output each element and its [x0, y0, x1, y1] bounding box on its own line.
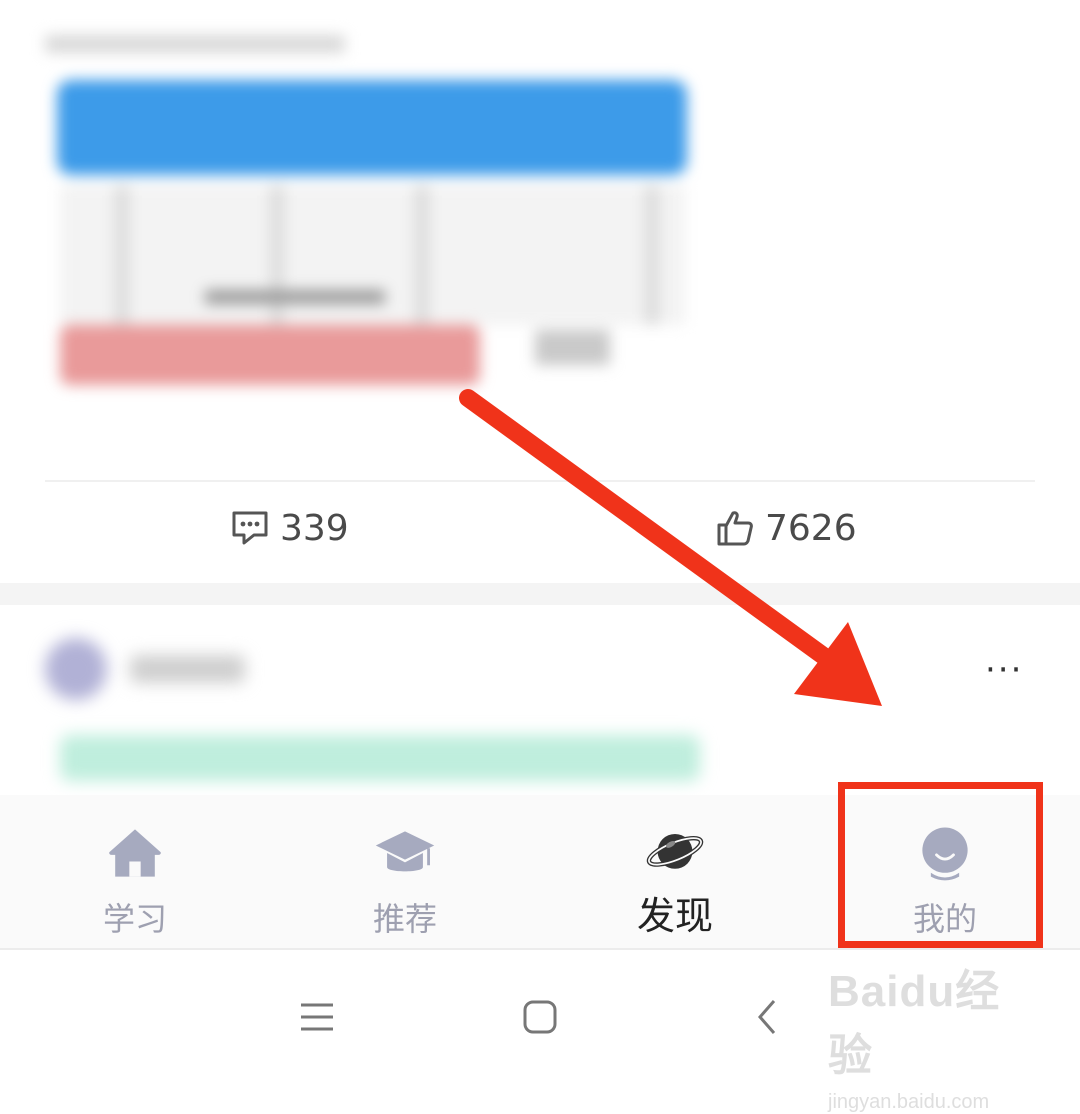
post-thumbnail[interactable] — [45, 35, 695, 410]
post-divider — [45, 480, 1035, 482]
thumbs-up-icon — [717, 511, 753, 546]
tab-discover[interactable]: 发现 — [590, 820, 760, 940]
feed-separator — [0, 583, 1080, 605]
home-icon — [109, 829, 161, 877]
highlight-box — [838, 782, 1043, 948]
tab-recommend-label: 推荐 — [372, 900, 437, 938]
tab-discover-label: 发现 — [636, 894, 713, 938]
tab-study[interactable]: 学习 — [50, 820, 220, 940]
comment-button[interactable]: 339 — [230, 500, 349, 556]
tab-recommend[interactable]: 推荐 — [320, 820, 490, 940]
author-avatar[interactable] — [45, 638, 107, 700]
watermark-brand: Baidu经验 — [828, 967, 1001, 1080]
back-icon[interactable] — [732, 985, 802, 1049]
like-button[interactable]: 7626 — [715, 500, 857, 556]
author-name[interactable] — [130, 655, 245, 683]
like-count: 7626 — [765, 507, 857, 549]
post-tags[interactable] — [60, 735, 700, 781]
baidu-watermark: Baidu经验 jingyan.baidu.com — [828, 955, 1028, 1113]
planet-icon — [646, 833, 704, 869]
home-square-icon[interactable] — [505, 985, 575, 1049]
watermark-url: jingyan.baidu.com — [828, 1091, 990, 1113]
menu-icon[interactable] — [282, 985, 352, 1049]
more-options-icon[interactable]: ··· — [985, 650, 1023, 690]
comment-count: 339 — [280, 507, 349, 549]
tab-study-label: 学习 — [102, 900, 167, 938]
graduation-cap-icon — [375, 831, 435, 872]
comment-icon — [232, 511, 268, 545]
